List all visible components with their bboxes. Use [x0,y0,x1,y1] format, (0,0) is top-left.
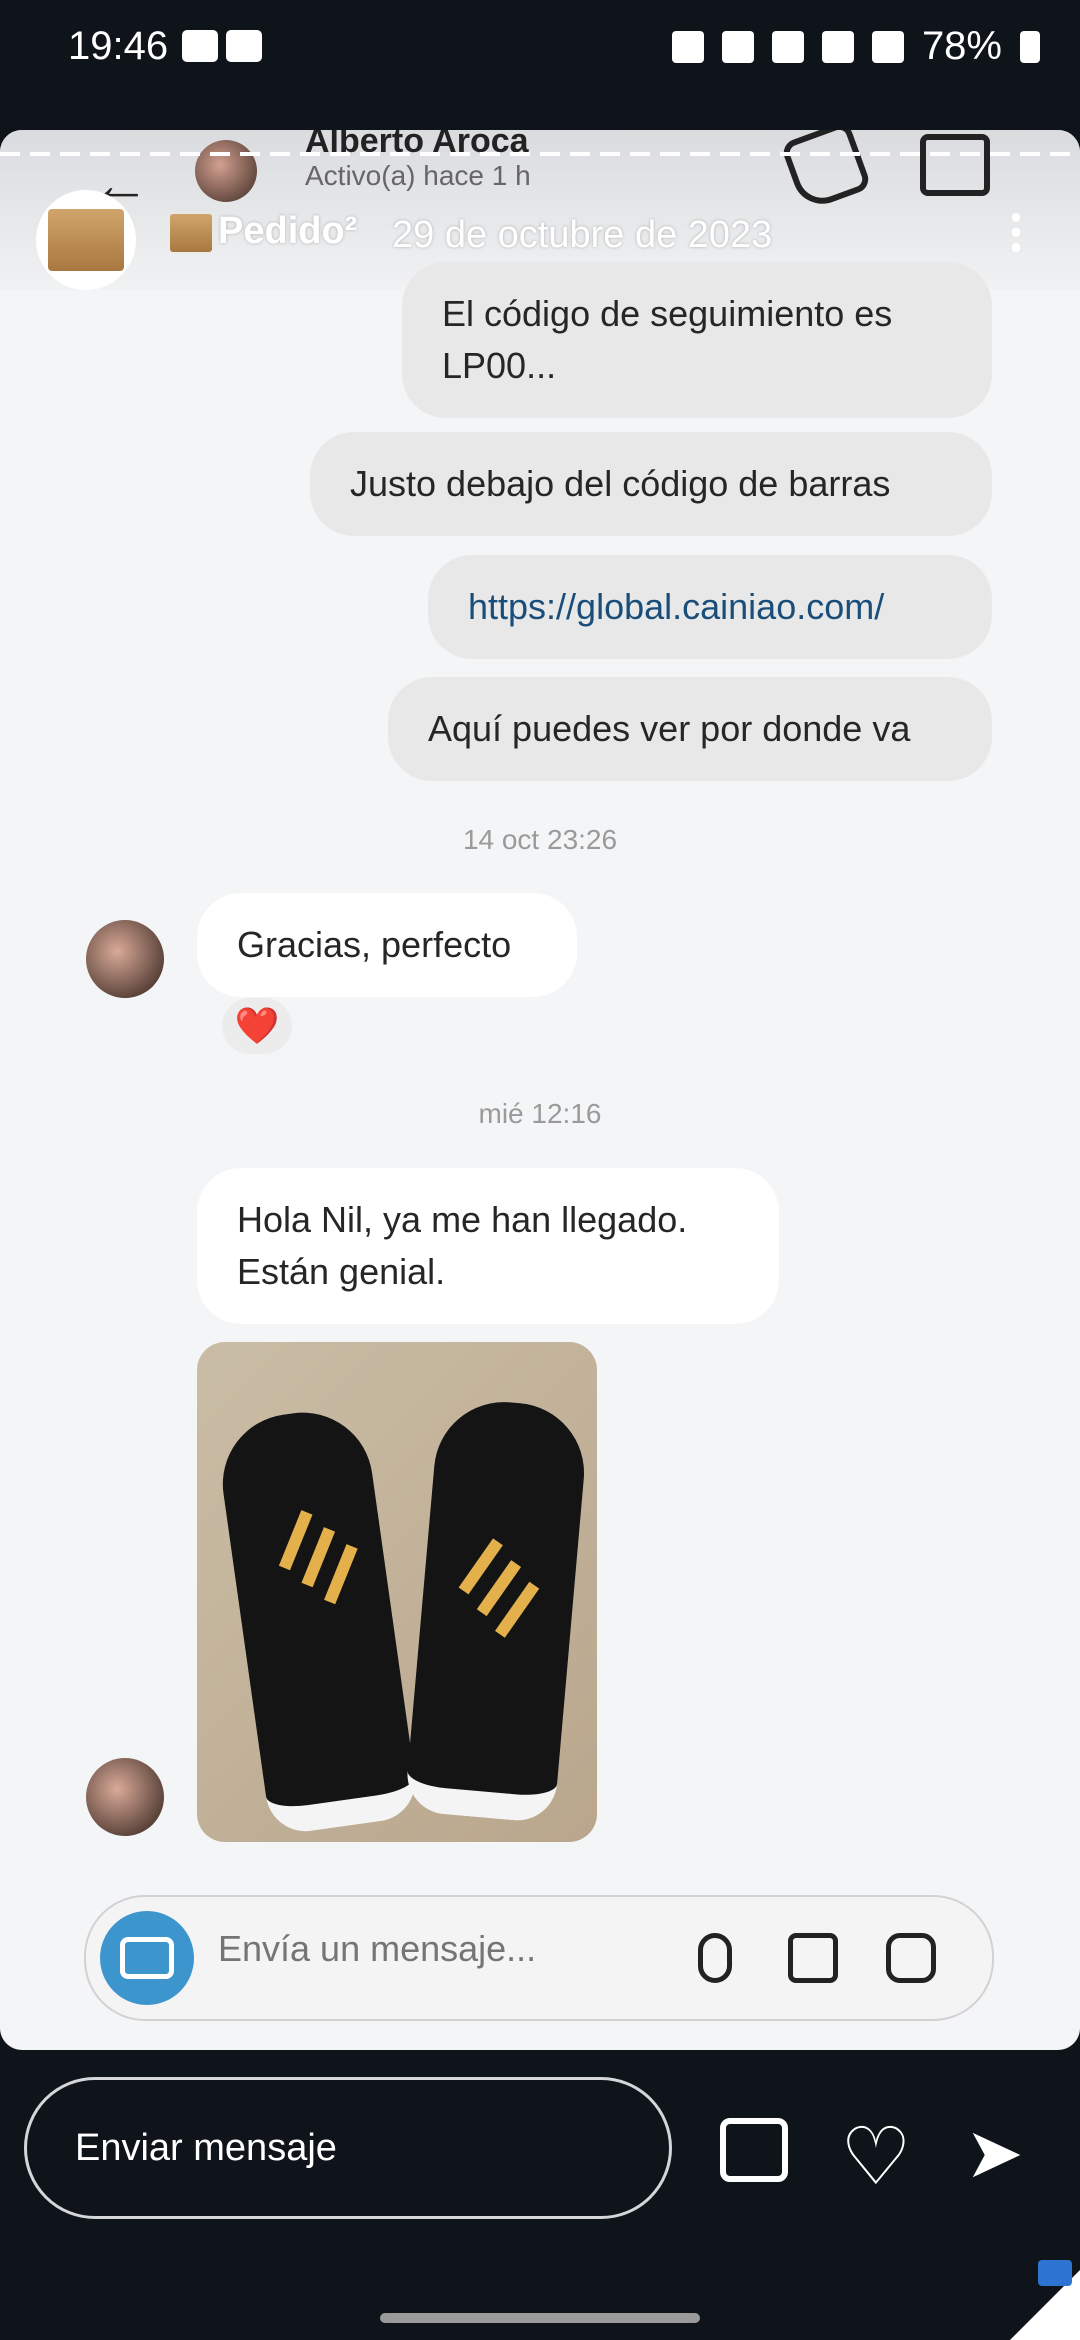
gallery-notification-icon [182,30,218,62]
message-bubble[interactable]: El código de seguimiento es LP00... [402,262,992,418]
package-emoji-icon [170,214,212,252]
status-right: 78% [671,24,1040,69]
heart-reaction[interactable]: ❤️ [222,998,292,1054]
video-icon[interactable] [920,134,990,196]
story-date: 29 de octubre de 2023 [392,214,773,256]
shoe-stripe [324,1544,358,1605]
shoe-stripe [301,1527,336,1588]
contact-avatar[interactable] [195,140,257,202]
mic-icon[interactable] [698,1933,732,1983]
mute-icon [771,30,804,63]
phone-icon[interactable] [779,130,873,213]
message-input[interactable] [216,1927,680,1971]
battery-text: 78% [921,24,1002,68]
message-text: Justo debajo del código de barras [350,463,891,504]
wifi-icon [821,30,854,63]
link-text[interactable]: https://global.cainiao.com/ [468,581,884,633]
contact-name[interactable]: Alberto Aroca [305,130,529,161]
more-options-icon[interactable] [1012,210,1020,254]
story-title[interactable]: Pedido² [218,210,357,253]
story-avatar[interactable] [36,190,136,290]
timestamp: mié 12:16 [478,1098,602,1129]
message-text: Gracias, perfecto [237,924,512,965]
shoe-photo[interactable] [197,1342,597,1842]
device-icon[interactable] [720,2118,788,2182]
battery-icon [1020,30,1040,63]
incoming-message-bubble[interactable]: Gracias, perfecto [197,893,577,997]
camera-icon [120,1937,174,1979]
shoe-stripe [278,1510,313,1571]
contact-status: Activo(a) hace 1 h [305,160,531,191]
reply-input[interactable]: Enviar mensaje [24,2077,672,2219]
message-composer[interactable] [84,1895,994,2021]
heart-icon[interactable]: ♡ [840,2110,912,2203]
left-shoe [213,1403,421,1837]
message-text: El código de seguimiento es LP00... [442,293,893,386]
incoming-message-bubble[interactable]: Hola Nil, ya me han llegado. Están genia… [197,1168,779,1324]
youtube-notification-icon [226,30,262,62]
right-shoe [404,1396,590,1824]
story-progress [0,152,1080,156]
folder-icon [1038,2260,1072,2286]
timestamp: 14 oct 23:26 [462,824,618,855]
link-bubble[interactable]: https://global.cainiao.com/ [428,555,992,659]
send-icon[interactable]: ➤ [965,2112,1024,2194]
signal-icon [871,30,904,63]
package-icon [48,209,124,271]
message-text: Hola Nil, ya me han llegado. Están genia… [237,1199,688,1292]
contact-avatar[interactable] [86,920,164,998]
message-bubble[interactable]: Aquí puedes ver por donde va [388,677,992,781]
image-icon[interactable] [788,1933,838,1983]
status-bar: 19:46 78% [0,0,1080,90]
nfc-icon [721,30,754,63]
message-bubble[interactable]: Justo debajo del código de barras [310,432,992,536]
camera-button[interactable] [100,1911,194,2005]
status-time: 19:46 [68,24,169,68]
upload-icon [671,30,704,63]
sticker-icon[interactable] [886,1933,936,1983]
contact-avatar[interactable] [86,1758,164,1836]
home-indicator[interactable] [380,2313,700,2323]
message-text: Aquí puedes ver por donde va [428,708,911,749]
